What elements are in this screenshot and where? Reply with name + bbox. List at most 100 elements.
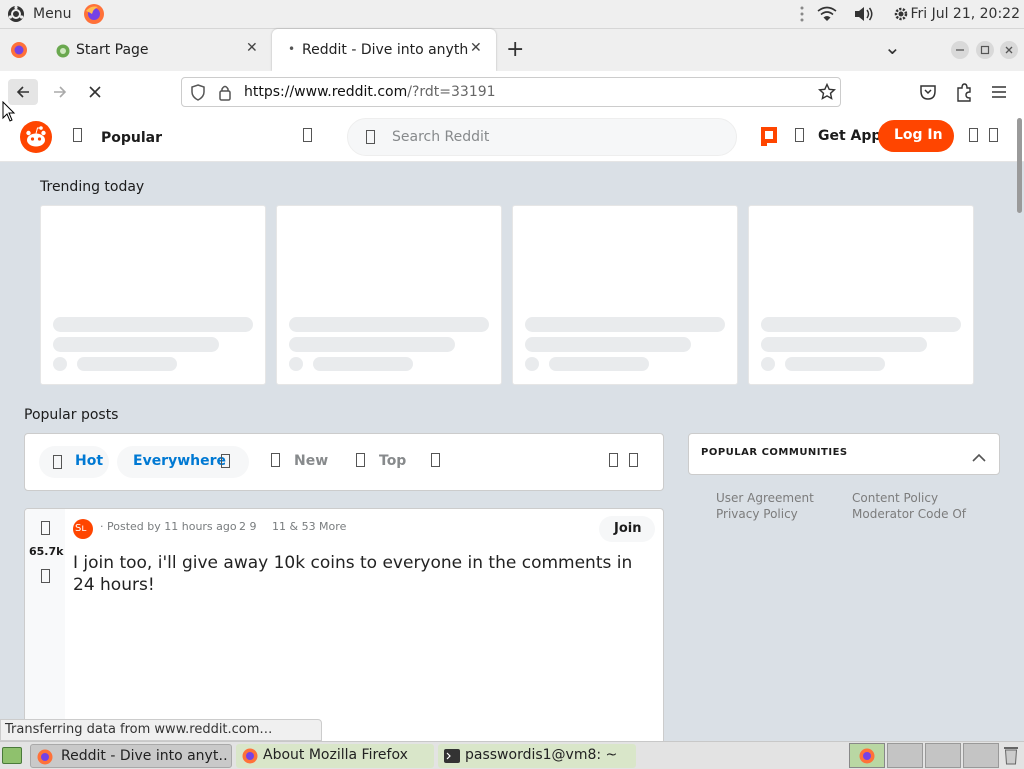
avatar-text: Sʟ: [75, 523, 87, 534]
search-input[interactable]: Search Reddit: [392, 129, 489, 145]
top-filter-button[interactable]: Top: [379, 453, 406, 469]
user-menu-chevron-icon[interactable]: [989, 128, 998, 142]
taskbar-item-reddit[interactable]: Reddit - Dive into anyt…: [30, 744, 232, 768]
close-window-button[interactable]: [1000, 41, 1018, 59]
hamburger-menu-icon[interactable]: [991, 84, 1007, 98]
taskbar-item-label: passwordis1@vm8: ~: [465, 747, 618, 763]
volume-icon[interactable]: [853, 6, 875, 22]
qr-code-icon: [795, 128, 804, 142]
system-top-bar: Menu Fri Jul 21, 20:22: [0, 0, 1024, 29]
get-app-button[interactable]: Get App: [818, 128, 881, 144]
workspace-4[interactable]: [963, 743, 999, 768]
tab-title: Start Page: [76, 42, 149, 58]
popular-communities-title: POPULAR COMMUNITIES: [701, 447, 848, 458]
browser-tab-bar: Start Page ✕ • Reddit - Dive into anythi…: [0, 29, 1024, 71]
trending-card[interactable]: [40, 205, 266, 385]
show-desktop-icon[interactable]: [2, 747, 22, 764]
footer-links: User Agreement Content Policy Privacy Po…: [700, 482, 980, 542]
tracking-shield-icon[interactable]: [190, 84, 206, 101]
user-agreement-link[interactable]: User Agreement: [716, 491, 814, 505]
tab-title: Reddit - Dive into anythin: [302, 42, 468, 58]
hot-filter-button[interactable]: Hot: [39, 446, 109, 478]
extensions-icon[interactable]: [955, 82, 973, 102]
upvote-icon[interactable]: [41, 521, 50, 535]
more-options-icon[interactable]: [431, 453, 440, 467]
taskbar-item-about-firefox[interactable]: About Mozilla Firefox: [236, 744, 434, 768]
new-tab-button[interactable]: +: [506, 37, 524, 62]
chevron-down-icon: [221, 454, 230, 468]
tab-start-page[interactable]: Start Page ✕: [44, 29, 270, 71]
feed-selector[interactable]: Popular: [101, 130, 162, 146]
log-in-label: Log In: [894, 127, 943, 143]
post-meta: · Posted by 11 hours ago: [100, 520, 237, 533]
moderator-code-link[interactable]: Moderator Code Of: [852, 507, 966, 521]
ubuntu-logo-icon[interactable]: [7, 5, 25, 23]
card-view-icon[interactable]: [609, 453, 618, 467]
trash-icon[interactable]: [1003, 745, 1019, 765]
bookmark-star-icon[interactable]: [817, 82, 837, 101]
join-label: Join: [614, 521, 642, 536]
privacy-policy-link[interactable]: Privacy Policy: [716, 507, 798, 521]
trending-card[interactable]: [512, 205, 738, 385]
collapse-chevron-up-icon[interactable]: [972, 448, 986, 462]
hot-label: Hot: [75, 453, 104, 469]
subreddit-avatar[interactable]: Sʟ: [73, 519, 93, 539]
sort-filter-bar: Hot Everywhere New Top: [24, 433, 664, 491]
forward-button[interactable]: [45, 79, 75, 105]
log-in-button[interactable]: Log In: [878, 120, 954, 152]
downvote-icon[interactable]: [41, 569, 50, 583]
chevron-down-icon[interactable]: [303, 128, 312, 142]
post-card[interactable]: 65.7k Sʟ · Posted by 11 hours ago 2 9 11…: [24, 508, 664, 748]
tab-loading-icon: •: [288, 42, 296, 56]
popular-communities-panel: POPULAR COMMUNITIES: [688, 433, 1000, 475]
wifi-icon[interactable]: [817, 6, 837, 22]
reddit-logo-icon[interactable]: [20, 121, 52, 153]
minimize-button[interactable]: [951, 41, 969, 59]
reddit-header: Popular Search Reddit Get App Log In: [0, 113, 1024, 162]
tab-reddit[interactable]: • Reddit - Dive into anythin ✕: [272, 29, 496, 71]
workspace-2[interactable]: [887, 743, 923, 768]
pocket-icon[interactable]: [919, 83, 937, 101]
location-filter-dropdown[interactable]: Everywhere: [117, 446, 249, 478]
mouse-cursor-icon: [2, 100, 16, 123]
status-tooltip: Transferring data from www.reddit.com…: [0, 719, 322, 741]
advertise-icon[interactable]: [759, 125, 779, 147]
popular-posts-title: Popular posts: [24, 407, 119, 423]
workspace-1[interactable]: [849, 743, 885, 768]
new-filter-button[interactable]: New: [294, 453, 328, 469]
settings-gear-icon[interactable]: [892, 5, 910, 23]
workspace-3[interactable]: [925, 743, 961, 768]
search-icon: [366, 130, 375, 144]
post-title[interactable]: I join too, i'll give away 10k coins to …: [73, 552, 648, 596]
join-button[interactable]: Join: [599, 516, 655, 542]
firefox-view-icon[interactable]: [10, 41, 28, 59]
award-counts: 2 9: [239, 520, 257, 533]
clock[interactable]: Fri Jul 21, 20:22: [910, 6, 1020, 22]
list-all-tabs-button[interactable]: ⌄: [884, 35, 901, 59]
page-scrollbar[interactable]: [1017, 118, 1022, 213]
content-policy-link[interactable]: Content Policy: [852, 491, 938, 505]
view-chevron-icon[interactable]: [629, 453, 638, 467]
tab-close-button[interactable]: ✕: [470, 40, 482, 56]
more-awards[interactable]: 11 & 53 More: [272, 520, 346, 533]
vote-count: 65.7k: [29, 545, 64, 558]
hot-icon: [53, 455, 62, 469]
vote-column: 65.7k: [25, 509, 65, 747]
trending-card[interactable]: [748, 205, 974, 385]
stop-x-icon: [89, 86, 101, 98]
everywhere-label: Everywhere: [133, 453, 227, 469]
taskbar-item-terminal[interactable]: passwordis1@vm8: ~: [438, 744, 636, 768]
stop-loading-button[interactable]: [80, 79, 110, 105]
trending-card[interactable]: [276, 205, 502, 385]
status-text: Transferring data from www.reddit.com…: [5, 722, 273, 737]
lock-icon[interactable]: [218, 84, 232, 101]
tab-close-button[interactable]: ✕: [246, 40, 258, 56]
search-bar[interactable]: Search Reddit: [347, 118, 737, 156]
menu-button[interactable]: Menu: [33, 6, 71, 22]
firefox-launcher-icon[interactable]: [83, 3, 105, 25]
maximize-button[interactable]: [976, 41, 994, 59]
firefox-icon: [37, 749, 53, 765]
url-bar[interactable]: https://www.reddit.com/?rdt=33191: [181, 77, 841, 107]
user-menu-icon[interactable]: [969, 128, 978, 142]
taskbar-item-label: About Mozilla Firefox: [263, 747, 408, 763]
